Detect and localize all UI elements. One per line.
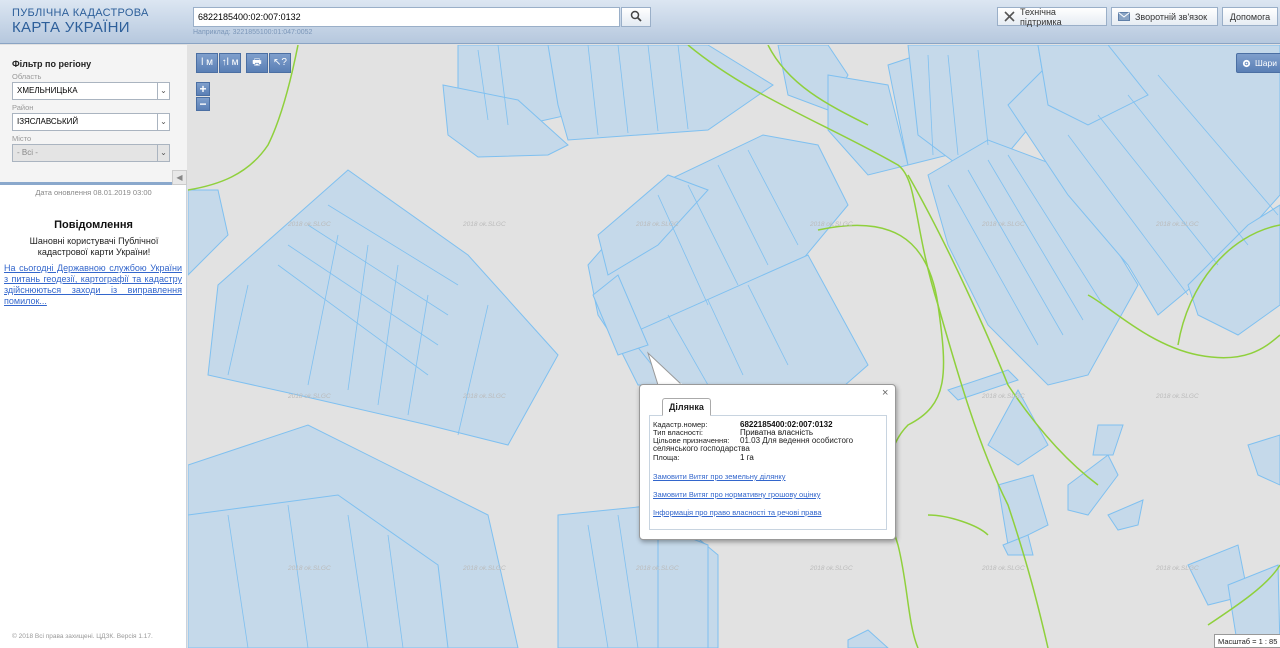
- help-button[interactable]: Допомога: [1222, 7, 1278, 26]
- tools-icon: [1004, 11, 1015, 22]
- notice-text: Шановні користувачі Публічної кадастрово…: [29, 236, 159, 257]
- search-box: [193, 7, 651, 27]
- layers-button[interactable]: Шари: [1236, 53, 1280, 73]
- map-scale: Масштаб = 1 : 85: [1214, 634, 1280, 648]
- mail-icon: [1118, 12, 1130, 21]
- notice-link[interactable]: На сьогодні Державною службою України з …: [4, 263, 182, 307]
- print-button[interactable]: 🖶: [246, 53, 268, 73]
- filter-title: Фільтр по регіону: [12, 59, 92, 69]
- map-watermark: 2018 ok.SLGC: [463, 221, 506, 228]
- district-select[interactable]: ІЗЯСЛАВСЬКИЙ ⌄: [12, 113, 170, 131]
- copyright: © 2018 Всі права захищені. ЦДЗК. Версія …: [12, 633, 153, 640]
- parcel-info-body: Кадастр.номер: 6822185400:02:007:0132 Ти…: [649, 415, 887, 530]
- measure-distance-button[interactable]: l м: [196, 53, 218, 73]
- map-watermark: 2018 ok.SLGC: [1156, 393, 1199, 400]
- help-label: Допомога: [1229, 11, 1271, 22]
- ownership-info-link[interactable]: Інформація про право власності та речові…: [653, 508, 822, 517]
- logo-line1: ПУБЛІЧНА КАДАСТРОВА: [12, 7, 149, 19]
- chevron-down-icon: ⌄: [157, 145, 169, 161]
- map-watermark: 2018 ok.SLGC: [636, 221, 679, 228]
- notice-title: Повідомлення: [54, 219, 133, 231]
- logo-line2: КАРТА УКРАЇНИ: [12, 19, 130, 36]
- field-label-area: Площа:: [653, 453, 680, 462]
- region-value: ХМЕЛЬНИЦЬКА: [17, 86, 78, 95]
- popup-pointer: [646, 351, 684, 387]
- chevron-down-icon: ⌄: [157, 83, 169, 99]
- map-watermark: 2018 ok.SLGC: [982, 221, 1025, 228]
- support-button[interactable]: Технічна підтримка: [997, 6, 1107, 27]
- map-watermark: 2018 ok.SLGC: [1156, 565, 1199, 572]
- update-date: Дата оновлення 08.01.2019 03:00: [35, 188, 152, 197]
- sidebar: Фільтр по регіону Область ХМЕЛЬНИЦЬКА ⌄ …: [0, 45, 187, 648]
- map-watermark: 2018 ok.SLGC: [463, 393, 506, 400]
- order-extract-link[interactable]: Замовити Витяг про земельну ділянку: [653, 472, 786, 481]
- header-bar: ПУБЛІЧНА КАДАСТРОВА КАРТА УКРАЇНИ Наприк…: [0, 0, 1280, 44]
- search-button[interactable]: [621, 7, 651, 27]
- chevron-down-icon: ⌄: [157, 114, 169, 130]
- layers-label: Шари: [1255, 58, 1277, 68]
- field-value-area: 1 га: [740, 453, 754, 462]
- collapse-sidebar-button[interactable]: ◀: [172, 170, 187, 185]
- search-hint: Наприклад: 3221855100:01:047:0052: [193, 29, 313, 36]
- feedback-button[interactable]: Зворотній зв'язок: [1111, 7, 1218, 26]
- map-watermark: 2018 ok.SLGC: [288, 221, 331, 228]
- city-label: Місто: [12, 134, 32, 143]
- order-valuation-link[interactable]: Замовити Витяг про нормативну грошову оц…: [653, 490, 820, 499]
- map-watermark: 2018 ok.SLGC: [1156, 221, 1199, 228]
- map-watermark: 2018 ok.SLGC: [982, 393, 1025, 400]
- map-canvas[interactable]: 2018 ok.SLGC 2018 ok.SLGC 2018 ok.SLGC 2…: [188, 45, 1280, 648]
- zoom-in-button[interactable]: +: [196, 82, 210, 96]
- identify-button[interactable]: ↖?: [269, 53, 291, 73]
- measure-area-button[interactable]: ↑l м: [219, 53, 241, 73]
- district-value: ІЗЯСЛАВСЬКИЙ: [17, 117, 79, 126]
- site-logo[interactable]: ПУБЛІЧНА КАДАСТРОВА КАРТА УКРАЇНИ: [12, 7, 149, 36]
- feedback-label: Зворотній зв'язок: [1135, 11, 1208, 22]
- tab-parcel[interactable]: Ділянка: [662, 398, 711, 416]
- district-label: Район: [12, 103, 34, 112]
- map-watermark: 2018 ok.SLGC: [288, 393, 331, 400]
- search-input[interactable]: [193, 7, 620, 27]
- region-label: Область: [12, 72, 42, 81]
- city-select[interactable]: - Всі - ⌄: [12, 144, 170, 162]
- region-filter: Фільтр по регіону Область ХМЕЛЬНИЦЬКА ⌄ …: [0, 45, 187, 185]
- parcel-info-popup: × Ділянка Кадастр.номер: 6822185400:02:0…: [639, 384, 896, 540]
- close-icon[interactable]: ×: [882, 387, 888, 399]
- map-watermark: 2018 ok.SLGC: [463, 565, 506, 572]
- search-icon: [630, 10, 642, 22]
- map-watermark: 2018 ok.SLGC: [810, 565, 853, 572]
- support-label: Технічна підтримка: [1020, 6, 1062, 27]
- map-watermark: 2018 ok.SLGC: [288, 565, 331, 572]
- zoom-out-button[interactable]: −: [196, 97, 210, 111]
- gear-icon: [1242, 59, 1251, 67]
- city-value: - Всі -: [17, 148, 38, 157]
- map-watermark: 2018 ok.SLGC: [636, 565, 679, 572]
- map-watermark: 2018 ok.SLGC: [982, 565, 1025, 572]
- map-watermark: 2018 ok.SLGC: [810, 221, 853, 228]
- field-value-purpose-text: 01.03 Для ведення особистого селянського…: [653, 436, 854, 453]
- region-select[interactable]: ХМЕЛЬНИЦЬКА ⌄: [12, 82, 170, 100]
- map-parcels[interactable]: [188, 45, 1280, 648]
